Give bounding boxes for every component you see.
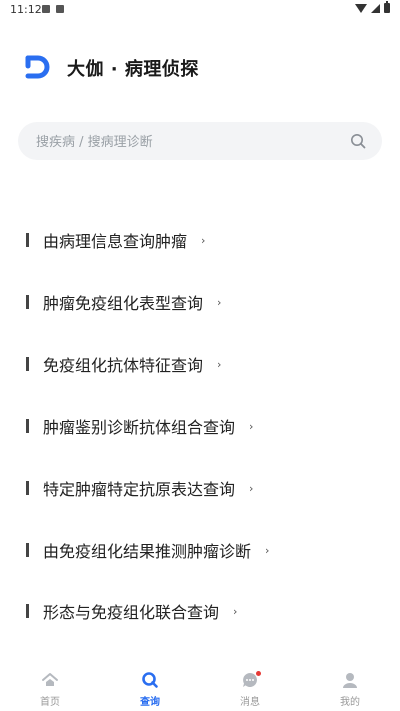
menu-item-antigen-expression[interactable]: 特定肿瘤特定抗原表达查询 › [26,475,253,501]
nav-item-home[interactable]: 首页 [20,671,80,708]
menu-marker [26,543,29,557]
menu-item-combined-query[interactable]: 形态与免疫组化联合查询 › [26,598,237,624]
menu-item-label: 特定肿瘤特定抗原表达查询 [43,480,236,499]
signal-icon [371,3,380,13]
menu-item-pathology-info[interactable]: 由病理信息查询肿瘤 › [26,227,205,253]
bottom-nav: 首页 查询 消息 我的 [0,665,400,711]
battery-icon [384,1,390,13]
app-logo-icon [25,55,50,79]
search-input[interactable] [34,122,338,162]
menu-item-infer-diagnosis[interactable]: 由免疫组化结果推测肿瘤诊断 › [26,537,269,563]
menu-item-antibody-features[interactable]: 免疫组化抗体特征查询 › [26,351,221,377]
status-time: 11:12 [10,3,42,16]
status-bar: 11:12 [0,0,400,20]
menu-marker [26,604,29,618]
nav-item-messages[interactable]: 消息 [220,671,280,708]
wifi-icon [355,3,367,13]
app-header: 大伽 · 病理侦探 [25,48,199,88]
nav-label: 首页 [40,697,60,708]
chevron-right-icon: › [249,419,254,433]
search-bar[interactable] [18,122,382,162]
gallery-notification-icon [42,5,50,13]
menu-marker [26,357,29,371]
chevron-right-icon: › [265,543,270,557]
status-indicators [355,1,390,13]
menu-marker [26,295,29,309]
menu-marker [26,233,29,247]
nav-label: 消息 [240,697,260,708]
nav-label: 查询 [140,697,160,708]
menu-item-ihc-phenotype[interactable]: 肿瘤免疫组化表型查询 › [26,289,221,315]
menu-item-label: 由病理信息查询肿瘤 [43,232,188,251]
chevron-right-icon: › [201,233,206,247]
menu-item-differential-diagnosis[interactable]: 肿瘤鉴别诊断抗体组合查询 › [26,413,253,439]
chevron-right-icon: › [233,604,238,618]
menu-item-label: 肿瘤鉴别诊断抗体组合查询 [43,418,236,437]
nav-item-query[interactable]: 查询 [120,671,180,708]
nav-item-profile[interactable]: 我的 [320,671,380,708]
menu-marker [26,481,29,495]
chevron-right-icon: › [217,295,222,309]
search-icon[interactable] [350,133,366,149]
page-title: 大伽 · 病理侦探 [67,59,199,80]
home-icon [42,673,58,686]
chevron-right-icon: › [217,357,222,371]
chevron-right-icon: › [249,481,254,495]
nav-label: 我的 [340,697,360,708]
notification-badge [256,671,261,676]
menu-item-label: 由免疫组化结果推测肿瘤诊断 [43,542,252,561]
menu-item-label: 免疫组化抗体特征查询 [43,356,204,375]
menu-item-label: 肿瘤免疫组化表型查询 [43,294,204,313]
profile-icon [343,673,357,688]
menu-marker [26,419,29,433]
search-icon [142,672,158,688]
menu-item-label: 形态与免疫组化联合查询 [43,603,220,622]
app-notification-icon [56,5,64,13]
